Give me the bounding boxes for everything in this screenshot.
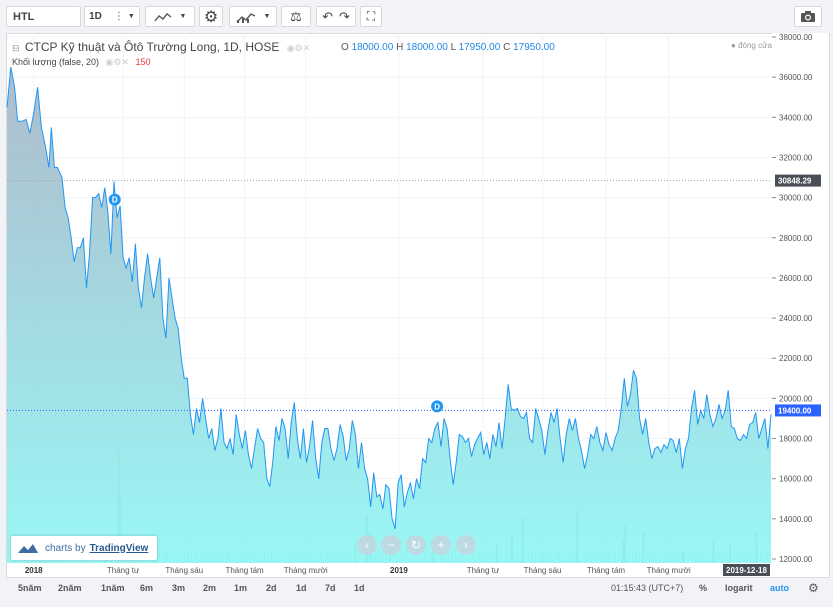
volume-value: 150 xyxy=(135,57,151,67)
x-tick-label: 2019 xyxy=(390,566,408,575)
x-tick-label: Tháng tám xyxy=(225,566,264,575)
watermark-text: charts by xyxy=(45,542,86,554)
x-tick-label: Tháng mười xyxy=(647,566,691,575)
y-tick-label: 32000.00 xyxy=(779,153,813,162)
y-tick-label: 30000.00 xyxy=(779,194,813,203)
range-button[interactable]: 2năm xyxy=(58,583,82,593)
y-tick-label: 16000.00 xyxy=(779,475,813,484)
chart-legend: ⊟ CTCP Kỹ thuật và Ôtô Trường Long, 1D, … xyxy=(12,40,310,54)
symbol-title: CTCP Kỹ thuật và Ôtô Trường Long, 1D, HO… xyxy=(24,40,280,54)
collapse-icon[interactable]: ⊟ xyxy=(12,43,20,53)
y-tick-label: 20000.00 xyxy=(779,394,813,403)
volume-label: Khối lượng (false, 20) xyxy=(12,57,99,67)
y-tick-label: 18000.00 xyxy=(779,435,813,444)
x-tick-label: Tháng tư xyxy=(107,566,140,575)
tradingview-watermark[interactable]: charts by TradingView xyxy=(11,536,157,560)
current-price-label: 19400.00 xyxy=(778,406,812,415)
marker-price-label: 30848.29 xyxy=(778,177,812,186)
scroll-left-icon[interactable]: ‹ xyxy=(357,535,377,555)
volume-settings-icons[interactable]: ◉⚙✕ xyxy=(105,57,128,67)
y-tick-label: 34000.00 xyxy=(779,113,813,122)
log-toggle[interactable]: logarit xyxy=(725,583,753,593)
clock-time: 01:15:43 (UTC+7) xyxy=(611,583,684,593)
dividend-marker-label: D xyxy=(434,402,440,411)
range-button[interactable]: 1năm xyxy=(101,583,125,593)
range-button[interactable]: 1m xyxy=(234,583,247,593)
gear-icon[interactable]: ⚙ xyxy=(808,581,819,595)
market-closed-label: ● đóng cửa xyxy=(731,41,772,50)
y-tick-label: 22000.00 xyxy=(779,354,813,363)
x-tick-label: 2018 xyxy=(25,566,43,575)
y-tick-label: 12000.00 xyxy=(779,555,813,564)
range-button[interactable]: 2d xyxy=(266,583,277,593)
watermark-brand: TradingView xyxy=(89,542,149,554)
zoom-in-icon[interactable]: + xyxy=(431,535,451,555)
range-button[interactable]: 5năm xyxy=(18,583,42,593)
last-date-label: 2019-12-18 xyxy=(726,566,767,575)
scroll-right-icon[interactable]: › xyxy=(456,535,476,555)
volume-legend: Khối lượng (false, 20) ◉⚙✕ 150 xyxy=(12,57,151,68)
y-tick-label: 38000.00 xyxy=(779,33,813,42)
bottom-toolbar: 5năm 2năm 1năm 6m 3m 2m 1m 2d 1d 7d 1d 01:15:43 (U… xyxy=(0,578,833,600)
tradingview-logo-icon xyxy=(18,544,38,553)
zoom-out-icon[interactable]: − xyxy=(381,535,401,555)
x-tick-label: Tháng sáu xyxy=(165,566,203,575)
y-tick-label: 14000.00 xyxy=(779,515,813,524)
reset-icon[interactable]: ↻ xyxy=(406,535,426,555)
ohlc-values: O 18000.00 H 18000.00 L 17950.00 C 17950… xyxy=(341,42,555,53)
y-tick-label: 26000.00 xyxy=(779,274,813,283)
settings-eye-icons[interactable]: ◉⚙✕ xyxy=(287,43,310,53)
y-tick-label: 36000.00 xyxy=(779,73,813,82)
y-tick-label: 24000.00 xyxy=(779,314,813,323)
x-tick-label: Tháng sáu xyxy=(524,566,562,575)
range-button[interactable]: 1d xyxy=(354,583,365,593)
range-button[interactable]: 2m xyxy=(203,583,216,593)
open-value: 18000.00 xyxy=(351,42,394,53)
close-value: 17950.00 xyxy=(513,42,555,53)
range-button[interactable]: 6m xyxy=(140,583,153,593)
percent-toggle[interactable]: % xyxy=(699,583,707,593)
high-value: 18000.00 xyxy=(406,42,448,53)
range-button[interactable]: 1d xyxy=(296,583,307,593)
price-chart[interactable]: D D 12000.00 14000.00 16000.00 18000.00 20000… xyxy=(0,0,833,607)
range-button[interactable]: 3m xyxy=(172,583,185,593)
x-tick-label: Tháng mười xyxy=(284,566,328,575)
x-tick-label: Tháng tư xyxy=(467,566,500,575)
low-value: 17950.00 xyxy=(458,42,501,53)
y-tick-label: 28000.00 xyxy=(779,234,813,243)
range-button[interactable]: 7d xyxy=(325,583,336,593)
auto-toggle[interactable]: auto xyxy=(770,583,789,593)
x-tick-label: Tháng tám xyxy=(587,566,626,575)
dividend-marker-label: D xyxy=(112,196,118,205)
